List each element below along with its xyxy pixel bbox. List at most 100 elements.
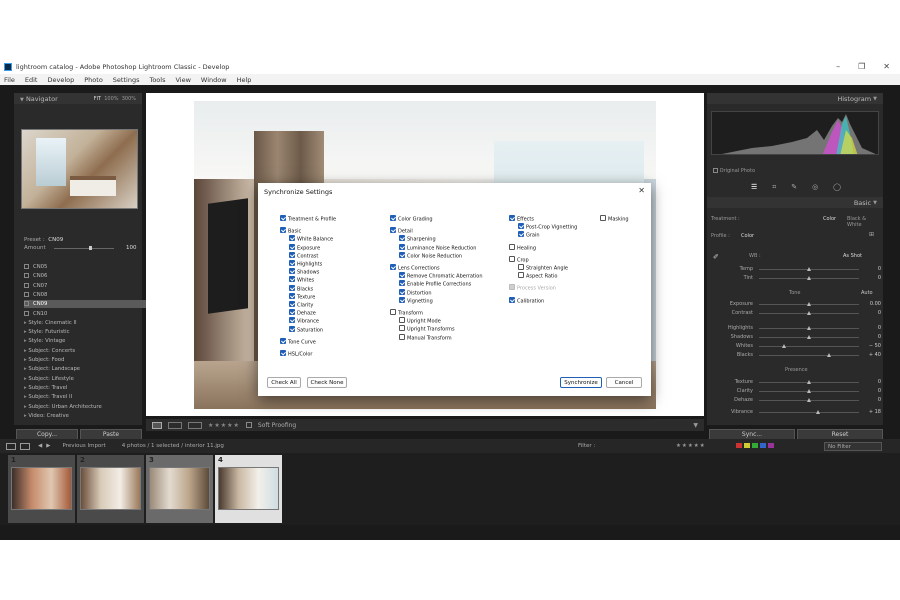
- slider-dehaze[interactable]: Dehaze 0: [717, 397, 881, 404]
- checkbox-box[interactable]: [289, 301, 295, 307]
- back-arrow-icon[interactable]: ◀: [38, 443, 42, 449]
- checkbox-box[interactable]: [509, 243, 515, 250]
- sync-checkbox-masking[interactable]: Masking: [600, 215, 629, 223]
- filmstrip-info[interactable]: 4 photos / 1 selected / interior 11.jpg: [122, 443, 224, 449]
- histogram-graph[interactable]: [711, 111, 879, 155]
- filter-stars[interactable]: ★★★★★: [676, 443, 706, 449]
- close-window-button[interactable]: ✕: [883, 62, 890, 71]
- sync-checkbox-blacks[interactable]: Blacks: [289, 284, 313, 293]
- collection-item[interactable]: ▸ Subject: Landscape: [24, 365, 154, 373]
- compare-view-icon[interactable]: [168, 421, 182, 429]
- sync-checkbox-distortion[interactable]: Distortion: [399, 288, 432, 297]
- sync-checkbox-post-crop-vignetting[interactable]: Post-Crop Vignetting: [518, 223, 577, 231]
- checkbox-box[interactable]: [280, 215, 286, 221]
- slider-value[interactable]: − 50: [863, 343, 881, 349]
- checkbox-box[interactable]: [600, 215, 606, 221]
- healing-brush-icon[interactable]: ✎: [791, 183, 797, 192]
- sync-checkbox-shadows[interactable]: Shadows: [289, 268, 319, 276]
- collection-item[interactable]: ▸ Video: Creative: [24, 412, 154, 420]
- collection-item[interactable]: ▸ Subject: Lifestyle: [24, 375, 154, 383]
- menu-photo[interactable]: Photo: [84, 76, 103, 84]
- crop-icon[interactable]: ⌗: [772, 183, 776, 192]
- slider-knob[interactable]: [807, 389, 811, 393]
- treatment-color[interactable]: Color: [823, 216, 836, 222]
- navigator-header[interactable]: ▼ Navigator FIT 100% 300%: [14, 93, 142, 104]
- treatment-bw[interactable]: Black & White: [847, 216, 879, 228]
- slider-value[interactable]: 0: [863, 334, 881, 340]
- sync-checkbox-texture[interactable]: Texture: [289, 292, 315, 301]
- sync-checkbox-treatment-profile[interactable]: Treatment & Profile: [280, 215, 336, 223]
- sync-checkbox-white-balance[interactable]: White Balance: [289, 235, 333, 243]
- sync-checkbox-detail[interactable]: Detail: [390, 227, 413, 235]
- checkbox-box[interactable]: [390, 227, 396, 234]
- sync-checkbox-crop[interactable]: Crop: [509, 255, 529, 264]
- sync-checkbox-color-grading[interactable]: Color Grading: [390, 215, 433, 223]
- slider-texture[interactable]: Texture 0: [717, 379, 881, 386]
- menu-view[interactable]: View: [175, 76, 190, 84]
- sync-checkbox-transform[interactable]: Transform: [390, 309, 423, 317]
- checkbox-box[interactable]: [289, 276, 295, 283]
- checkbox-box[interactable]: [518, 223, 524, 230]
- slider-track[interactable]: [759, 355, 859, 356]
- filmstrip-source[interactable]: Previous Import: [62, 443, 105, 449]
- slider-whites[interactable]: Whites − 50: [717, 343, 881, 350]
- checkbox-box[interactable]: [518, 231, 524, 238]
- slider-blacks[interactable]: Blacks + 40: [717, 352, 881, 359]
- checkbox-box[interactable]: [280, 350, 286, 356]
- slider-vibrance[interactable]: Vibrance + 18: [717, 409, 881, 416]
- slider-value[interactable]: 0: [863, 310, 881, 316]
- sync-checkbox-highlights[interactable]: Highlights: [289, 260, 322, 268]
- slider-knob[interactable]: [816, 410, 820, 414]
- sync-checkbox-manual-transform[interactable]: Manual Transform: [399, 333, 452, 342]
- collection-item[interactable]: CN10: [24, 310, 154, 318]
- slider-knob[interactable]: [807, 335, 811, 339]
- histogram-header[interactable]: Histogram ▼: [707, 93, 883, 104]
- checkbox-box[interactable]: [280, 227, 286, 234]
- sync-checkbox-vibrance[interactable]: Vibrance: [289, 317, 319, 325]
- checkbox-box[interactable]: [518, 272, 524, 279]
- checkbox-box[interactable]: [289, 251, 295, 258]
- menu-tools[interactable]: Tools: [149, 76, 165, 84]
- menu-edit[interactable]: Edit: [25, 76, 38, 84]
- sync-checkbox-dehaze[interactable]: Dehaze: [289, 309, 316, 317]
- checkbox-box[interactable]: [289, 317, 295, 324]
- sync-checkbox-exposure[interactable]: Exposure: [289, 243, 320, 252]
- sync-checkbox-basic[interactable]: Basic: [280, 227, 301, 235]
- slider-value[interactable]: 0: [863, 325, 881, 331]
- slider-value[interactable]: 0: [863, 275, 881, 281]
- sync-checkbox-vignetting[interactable]: Vignetting: [399, 296, 433, 305]
- zoom-fit[interactable]: FIT: [94, 96, 101, 102]
- collection-item[interactable]: ▸ Style: Vintage: [24, 337, 154, 345]
- sync-checkbox-grain[interactable]: Grain: [518, 231, 540, 239]
- basic-header[interactable]: Basic ▼: [707, 197, 883, 208]
- collection-item[interactable]: CN09: [24, 300, 154, 309]
- sync-checkbox-lens-corrections[interactable]: Lens Corrections: [390, 264, 440, 272]
- checkbox-box[interactable]: [399, 243, 405, 250]
- sync-checkbox-enable-profile-corrections[interactable]: Enable Profile Corrections: [399, 280, 471, 288]
- color-label-filters[interactable]: [736, 443, 774, 448]
- menu-develop[interactable]: Develop: [47, 76, 74, 84]
- menu-file[interactable]: File: [4, 76, 15, 84]
- checkbox-box[interactable]: [390, 309, 396, 315]
- slider-clarity[interactable]: Clarity 0: [717, 388, 881, 395]
- checkbox-box[interactable]: [509, 215, 515, 221]
- filmstrip-thumb-2[interactable]: 2: [77, 455, 144, 523]
- filter-dropdown[interactable]: No Filter: [824, 441, 882, 451]
- slider-knob[interactable]: [827, 353, 831, 357]
- checkbox-box[interactable]: [399, 333, 405, 340]
- checkbox-box[interactable]: [399, 317, 405, 324]
- sync-checkbox-whites[interactable]: Whites: [289, 276, 314, 284]
- checkbox-box[interactable]: [289, 235, 295, 242]
- sync-checkbox-sharpening[interactable]: Sharpening: [399, 235, 436, 243]
- checkbox-box[interactable]: [399, 288, 405, 295]
- sync-checkbox-calibration[interactable]: Calibration: [509, 296, 544, 305]
- collection-item[interactable]: ▸ Subject: Urban Architecture: [24, 403, 154, 411]
- checkbox-box[interactable]: [399, 251, 405, 258]
- collection-item[interactable]: ▸ Style: Futuristic: [24, 328, 154, 336]
- slider-temp[interactable]: Temp 0: [717, 266, 881, 273]
- synchronize-button[interactable]: Synchronize: [560, 377, 602, 388]
- collection-item[interactable]: ▸ Subject: Travel: [24, 384, 154, 392]
- filmstrip-thumb-4-selected[interactable]: 4: [215, 455, 282, 523]
- slider-knob[interactable]: [807, 311, 811, 315]
- checkbox-box[interactable]: [509, 255, 515, 262]
